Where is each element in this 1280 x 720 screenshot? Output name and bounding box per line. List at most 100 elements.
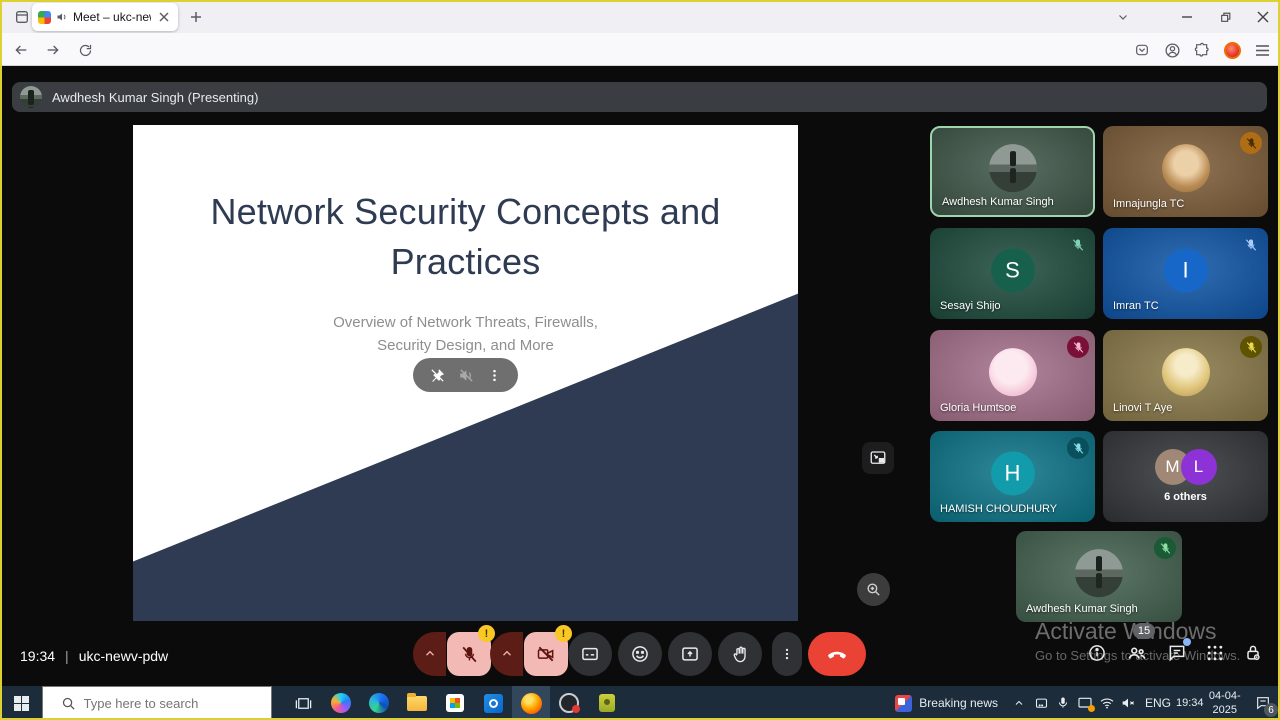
participant-avatar: [1162, 144, 1210, 192]
end-call-button[interactable]: [808, 632, 866, 676]
zoom-in-button[interactable]: [857, 573, 890, 606]
edge-icon[interactable]: [360, 686, 398, 720]
participant-name: Awdhesh Kumar Singh: [1026, 603, 1138, 615]
participant-name: Sesayi Shijo: [940, 300, 1001, 312]
firefox-view-button[interactable]: [10, 6, 34, 28]
action-center-button[interactable]: 6: [1246, 686, 1280, 720]
tab-audio-icon[interactable]: [56, 11, 68, 23]
window-restore-button[interactable]: [1210, 5, 1240, 29]
more-options-icon[interactable]: [487, 367, 502, 384]
activities-button[interactable]: [1202, 640, 1228, 666]
reload-button[interactable]: [72, 38, 98, 62]
participant-name: Linovi T Aye: [1113, 402, 1172, 414]
recorder-extension-icon[interactable]: [1218, 38, 1246, 62]
slide-title: Network Security Concepts and Practices: [173, 187, 758, 288]
obs-icon[interactable]: [550, 686, 588, 720]
window-minimize-button[interactable]: [1172, 5, 1202, 29]
self-view-tile[interactable]: Awdhesh Kumar Singh: [1016, 531, 1182, 622]
participant-tile-imnajungla[interactable]: Imnajungla TC: [1103, 126, 1268, 217]
microsoft-store-icon[interactable]: [436, 686, 474, 720]
participant-tile-linovi[interactable]: Linovi T Aye: [1103, 330, 1268, 421]
participant-avatar: [989, 144, 1037, 192]
news-icon: [895, 695, 912, 712]
mic-options-chevron[interactable]: [413, 632, 446, 676]
task-view-button[interactable]: [284, 686, 322, 720]
unpin-icon[interactable]: [429, 367, 446, 384]
participant-initial-avatar: I: [1164, 248, 1208, 292]
tab-list-dropdown-icon[interactable]: [1108, 5, 1138, 29]
captions-button[interactable]: [568, 632, 612, 676]
forward-button[interactable]: [40, 38, 66, 62]
extensions-puzzle-icon[interactable]: [1188, 38, 1216, 62]
news-widget[interactable]: Breaking news: [885, 686, 1008, 720]
wifi-icon[interactable]: [1096, 686, 1118, 720]
copilot-icon[interactable]: [322, 686, 360, 720]
chat-notification-dot: [1183, 638, 1191, 646]
account-icon[interactable]: [1158, 38, 1186, 62]
host-controls-button[interactable]: [1240, 640, 1266, 666]
browser-toolbar: https://meet.google.com/ukc-newv-pdw: [0, 33, 1280, 66]
participant-avatar: [1162, 348, 1210, 396]
tray-app-icon[interactable]: [1030, 686, 1052, 720]
camera-options-chevron[interactable]: [490, 632, 523, 676]
participant-name: Gloria Humtsoe: [940, 402, 1016, 414]
present-screen-button[interactable]: [668, 632, 712, 676]
search-input[interactable]: [84, 696, 254, 711]
meeting-info: 19:34 | ukc-newv-pdw: [20, 648, 168, 664]
shared-presentation: Network Security Concepts and Practices …: [133, 125, 798, 621]
more-options-button[interactable]: [772, 632, 802, 676]
password-manager-icon[interactable]: [588, 686, 626, 720]
tab-close-icon[interactable]: [156, 9, 172, 25]
audio-off-icon: [458, 367, 475, 384]
windows-taskbar: Breaking news ENG 19:34: [0, 686, 1280, 720]
picture-in-picture-button[interactable]: [862, 442, 894, 474]
mic-off-icon: [1067, 437, 1089, 459]
participant-tile-gloria[interactable]: Gloria Humtsoe: [930, 330, 1095, 421]
mic-off-icon: [1240, 132, 1262, 154]
participant-tile-awdhesh[interactable]: Awdhesh Kumar Singh: [930, 126, 1095, 217]
meet-favicon: [38, 11, 51, 24]
participant-name: HAMISH CHOUDHURY: [940, 503, 1057, 515]
participant-tile-imran[interactable]: I Imran TC: [1103, 228, 1268, 319]
tray-expand-chevron[interactable]: [1008, 686, 1030, 720]
tray-clock[interactable]: 19:34 04-04-2025: [1176, 686, 1246, 720]
search-icon: [61, 696, 76, 711]
menu-hamburger-icon[interactable]: [1248, 38, 1276, 62]
reactions-button[interactable]: [618, 632, 662, 676]
participant-tile-sesayi[interactable]: S Sesayi Shijo: [930, 228, 1095, 319]
presentation-hover-controls: [413, 358, 518, 392]
mic-off-icon: [1067, 336, 1089, 358]
meeting-details-button[interactable]: [1084, 640, 1110, 666]
mic-off-icon: [1240, 336, 1262, 358]
outlook-icon[interactable]: [474, 686, 512, 720]
windows-logo-icon: [14, 696, 29, 711]
participant-count-badge: 15: [1133, 623, 1155, 639]
participant-tile-hamish[interactable]: H HAMISH CHOUDHURY: [930, 431, 1095, 522]
presenting-banner: Awdhesh Kumar Singh (Presenting): [12, 82, 1267, 112]
tab-title: Meet – ukc-newv-pdw: [73, 10, 151, 24]
participant-initial-avatar: H: [991, 451, 1035, 495]
others-tile[interactable]: M L 6 others: [1103, 431, 1268, 522]
participant-avatar: [989, 348, 1037, 396]
taskbar-search[interactable]: [42, 686, 272, 720]
firefox-icon[interactable]: [512, 686, 550, 720]
mic-off-icon: [1154, 537, 1176, 559]
mic-off-icon: [1240, 234, 1262, 256]
tray-screenshare-icon[interactable]: [1074, 686, 1096, 720]
new-tab-button[interactable]: [186, 7, 206, 27]
window-close-button[interactable]: [1248, 5, 1278, 29]
pocket-icon[interactable]: [1128, 38, 1156, 62]
file-explorer-icon[interactable]: [398, 686, 436, 720]
participant-name: Imnajungla TC: [1113, 198, 1184, 210]
people-button[interactable]: [1124, 640, 1150, 666]
start-button[interactable]: [0, 686, 42, 720]
participant-name: Awdhesh Kumar Singh: [942, 196, 1054, 208]
tray-time: 19:34: [1176, 696, 1204, 710]
browser-tab[interactable]: Meet – ukc-newv-pdw: [32, 3, 178, 31]
participant-initial-avatar: S: [991, 248, 1035, 292]
language-indicator[interactable]: ENG: [1140, 686, 1176, 720]
tray-microphone-icon[interactable]: [1052, 686, 1074, 720]
raise-hand-button[interactable]: [718, 632, 762, 676]
back-button[interactable]: [8, 38, 34, 62]
volume-muted-icon[interactable]: [1118, 686, 1140, 720]
